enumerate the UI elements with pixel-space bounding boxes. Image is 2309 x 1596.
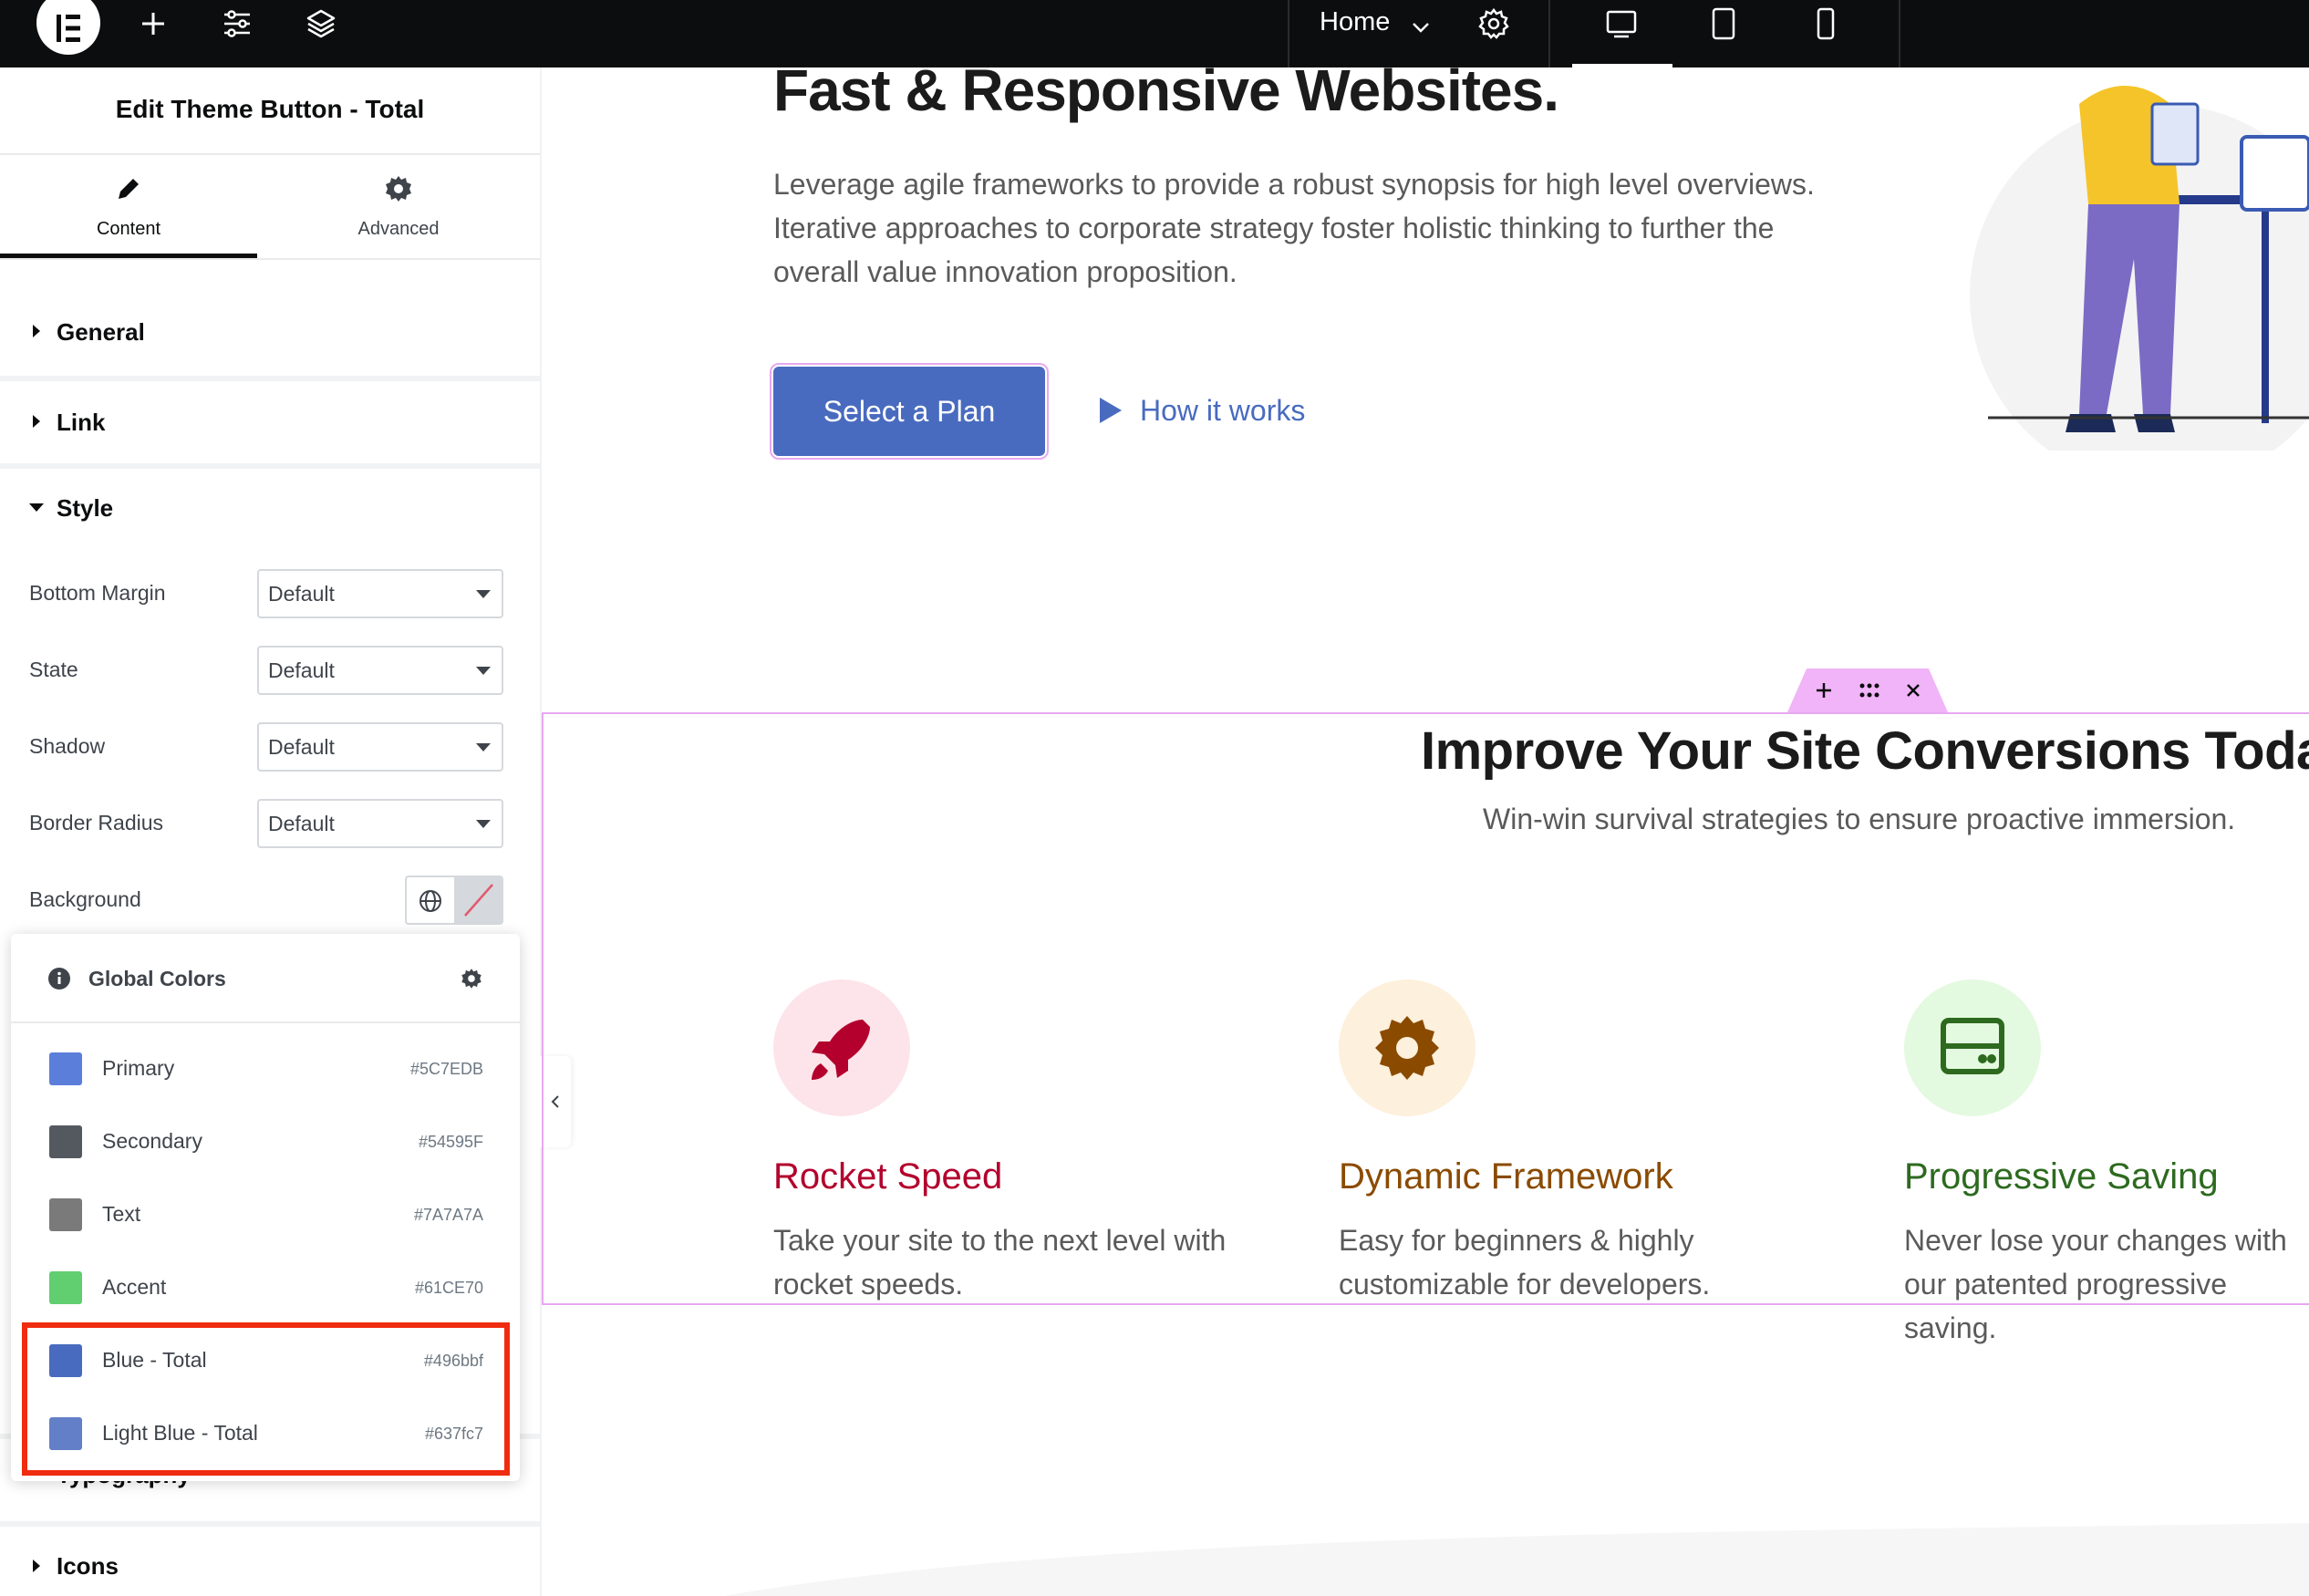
tab-advanced-label: Advanced: [357, 219, 440, 239]
tab-advanced[interactable]: [270, 173, 527, 209]
shadow-select[interactable]: Default: [257, 722, 503, 772]
gear-icon: [1339, 979, 1475, 1116]
sliders-icon[interactable]: [219, 5, 255, 42]
feature-text: Never lose your changes with our patente…: [1904, 1224, 2287, 1344]
section-link[interactable]: Link: [0, 379, 540, 467]
state-select[interactable]: Default: [257, 646, 503, 695]
feature-title: Rocket Speed: [773, 1156, 1003, 1197]
color-swatch: [49, 1198, 82, 1231]
feature-title: Dynamic Framework: [1339, 1156, 1673, 1197]
color-picker-button[interactable]: [454, 877, 502, 923]
pencil-icon: [119, 179, 139, 199]
color-swatch: [49, 1271, 82, 1304]
desktop-icon[interactable]: [1603, 5, 1640, 42]
background-wave: [724, 1523, 2309, 1596]
control-label: State: [29, 658, 78, 681]
caret-down-icon: [29, 503, 44, 512]
feature-text: Easy for beginners & highly customizable…: [1339, 1224, 1711, 1301]
caret-right-icon: [33, 415, 40, 428]
gear-icon[interactable]: [1475, 5, 1512, 42]
hard-drive-icon: [1904, 979, 2041, 1116]
chevron-down-icon: [476, 667, 491, 675]
color-item-secondary[interactable]: Secondary #54595F: [11, 1105, 520, 1178]
tablet-icon[interactable]: [1705, 5, 1742, 42]
plus-icon[interactable]: [135, 5, 171, 42]
border-radius-select[interactable]: Default: [257, 799, 503, 848]
feature-text: Take your site to the next level with ro…: [773, 1224, 1227, 1301]
chevron-down-icon[interactable]: [1403, 9, 1439, 46]
layers-icon[interactable]: [303, 5, 339, 42]
chevron-down-icon: [476, 590, 491, 598]
hero-illustration: [1970, 86, 2309, 451]
section-icons[interactable]: Icons: [0, 1525, 540, 1596]
device-active-indicator: [1572, 64, 1672, 67]
control-label: Shadow: [29, 734, 106, 758]
how-it-works-link[interactable]: How it works: [1140, 394, 1305, 428]
feature-title: Progressive Saving: [1904, 1156, 2219, 1197]
gear-icon[interactable]: [460, 967, 483, 995]
tab-content[interactable]: [0, 173, 257, 209]
chevron-down-icon: [476, 820, 491, 828]
page-selector[interactable]: Home: [1320, 7, 1390, 37]
section-general[interactable]: General: [0, 288, 540, 376]
mobile-icon[interactable]: [1807, 5, 1844, 42]
control-label: Bottom Margin: [29, 581, 166, 605]
globe-icon[interactable]: [418, 888, 443, 918]
section-handle[interactable]: [1787, 668, 1948, 712]
hero-title: Fast & Responsive Websites.: [773, 57, 1559, 123]
select-plan-button[interactable]: Select a Plan: [770, 363, 1049, 460]
tab-content-label: Content: [96, 219, 161, 239]
hero-text: Leverage agile frameworks to provide a r…: [773, 168, 1815, 288]
play-icon: [1100, 398, 1122, 423]
control-label: Background: [29, 887, 141, 911]
section-title: Improve Your Site Conversions Today: [1421, 721, 2309, 781]
rocket-icon: [773, 979, 910, 1116]
caret-right-icon: [33, 325, 40, 337]
section-style[interactable]: Style: [0, 467, 540, 554]
chevron-down-icon: [476, 743, 491, 751]
color-item-accent[interactable]: Accent #61CE70: [11, 1251, 520, 1324]
color-item-text[interactable]: Text #7A7A7A: [11, 1178, 520, 1251]
bottom-margin-select[interactable]: Default: [257, 569, 503, 618]
background-color-control: [405, 876, 503, 925]
highlight-box: [22, 1322, 510, 1476]
elementor-logo-icon[interactable]: [36, 0, 100, 55]
color-item-primary[interactable]: Primary #5C7EDB: [11, 1032, 520, 1105]
control-label: Border Radius: [29, 811, 164, 834]
panel-title: Edit Theme Button - Total: [115, 95, 425, 123]
color-swatch: [49, 1052, 82, 1085]
caret-right-icon: [33, 1560, 40, 1572]
global-colors-title: Global Colors: [88, 967, 226, 990]
gear-icon: [386, 176, 411, 202]
color-swatch: [49, 1125, 82, 1158]
info-icon: [47, 967, 71, 995]
section-subtitle: Win-win survival strategies to ensure pr…: [1483, 803, 2236, 835]
